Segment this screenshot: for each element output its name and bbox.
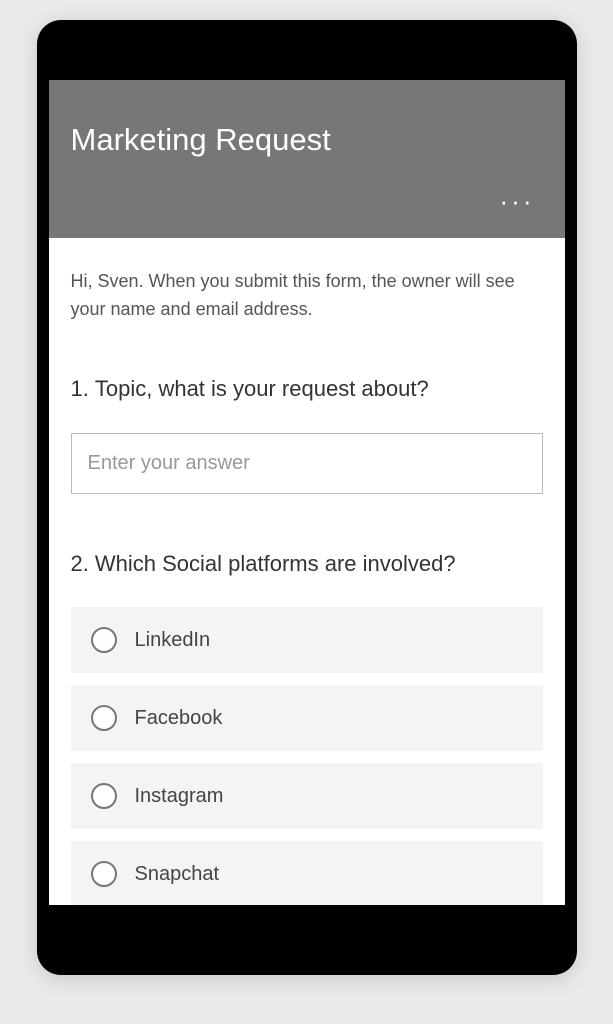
radio-icon <box>91 627 117 653</box>
option-label: Snapchat <box>135 863 220 886</box>
options-list: LinkedIn Facebook Instagram Snapcha <box>71 607 543 905</box>
form-title: Marketing Request <box>71 122 543 158</box>
topic-input[interactable] <box>71 433 543 494</box>
option-label: LinkedIn <box>135 629 211 652</box>
option-label: Facebook <box>135 707 223 730</box>
phone-frame: Marketing Request ··· Hi, Sven. When you… <box>37 20 577 975</box>
question-2-label: 2. Which Social platforms are involved? <box>71 549 543 580</box>
option-facebook[interactable]: Facebook <box>71 685 543 751</box>
option-label: Instagram <box>135 785 224 808</box>
more-options-button[interactable]: ··· <box>71 188 543 214</box>
question-2: 2. Which Social platforms are involved? … <box>71 549 543 905</box>
intro-text: Hi, Sven. When you submit this form, the… <box>71 268 543 324</box>
question-2-text: Which Social platforms are involved? <box>95 549 456 580</box>
option-instagram[interactable]: Instagram <box>71 763 543 829</box>
form-body: Hi, Sven. When you submit this form, the… <box>49 238 565 905</box>
question-1-label: 1. Topic, what is your request about? <box>71 374 543 405</box>
question-1-text: Topic, what is your request about? <box>95 374 429 405</box>
question-1: 1. Topic, what is your request about? <box>71 374 543 494</box>
question-1-number: 1. <box>71 374 89 405</box>
question-2-number: 2. <box>71 549 89 580</box>
radio-icon <box>91 861 117 887</box>
radio-icon <box>91 783 117 809</box>
form-header: Marketing Request ··· <box>49 80 565 238</box>
option-snapchat[interactable]: Snapchat <box>71 841 543 905</box>
screen: Marketing Request ··· Hi, Sven. When you… <box>49 80 565 905</box>
radio-icon <box>91 705 117 731</box>
form-scroll-area[interactable]: Marketing Request ··· Hi, Sven. When you… <box>49 80 565 905</box>
option-linkedin[interactable]: LinkedIn <box>71 607 543 673</box>
